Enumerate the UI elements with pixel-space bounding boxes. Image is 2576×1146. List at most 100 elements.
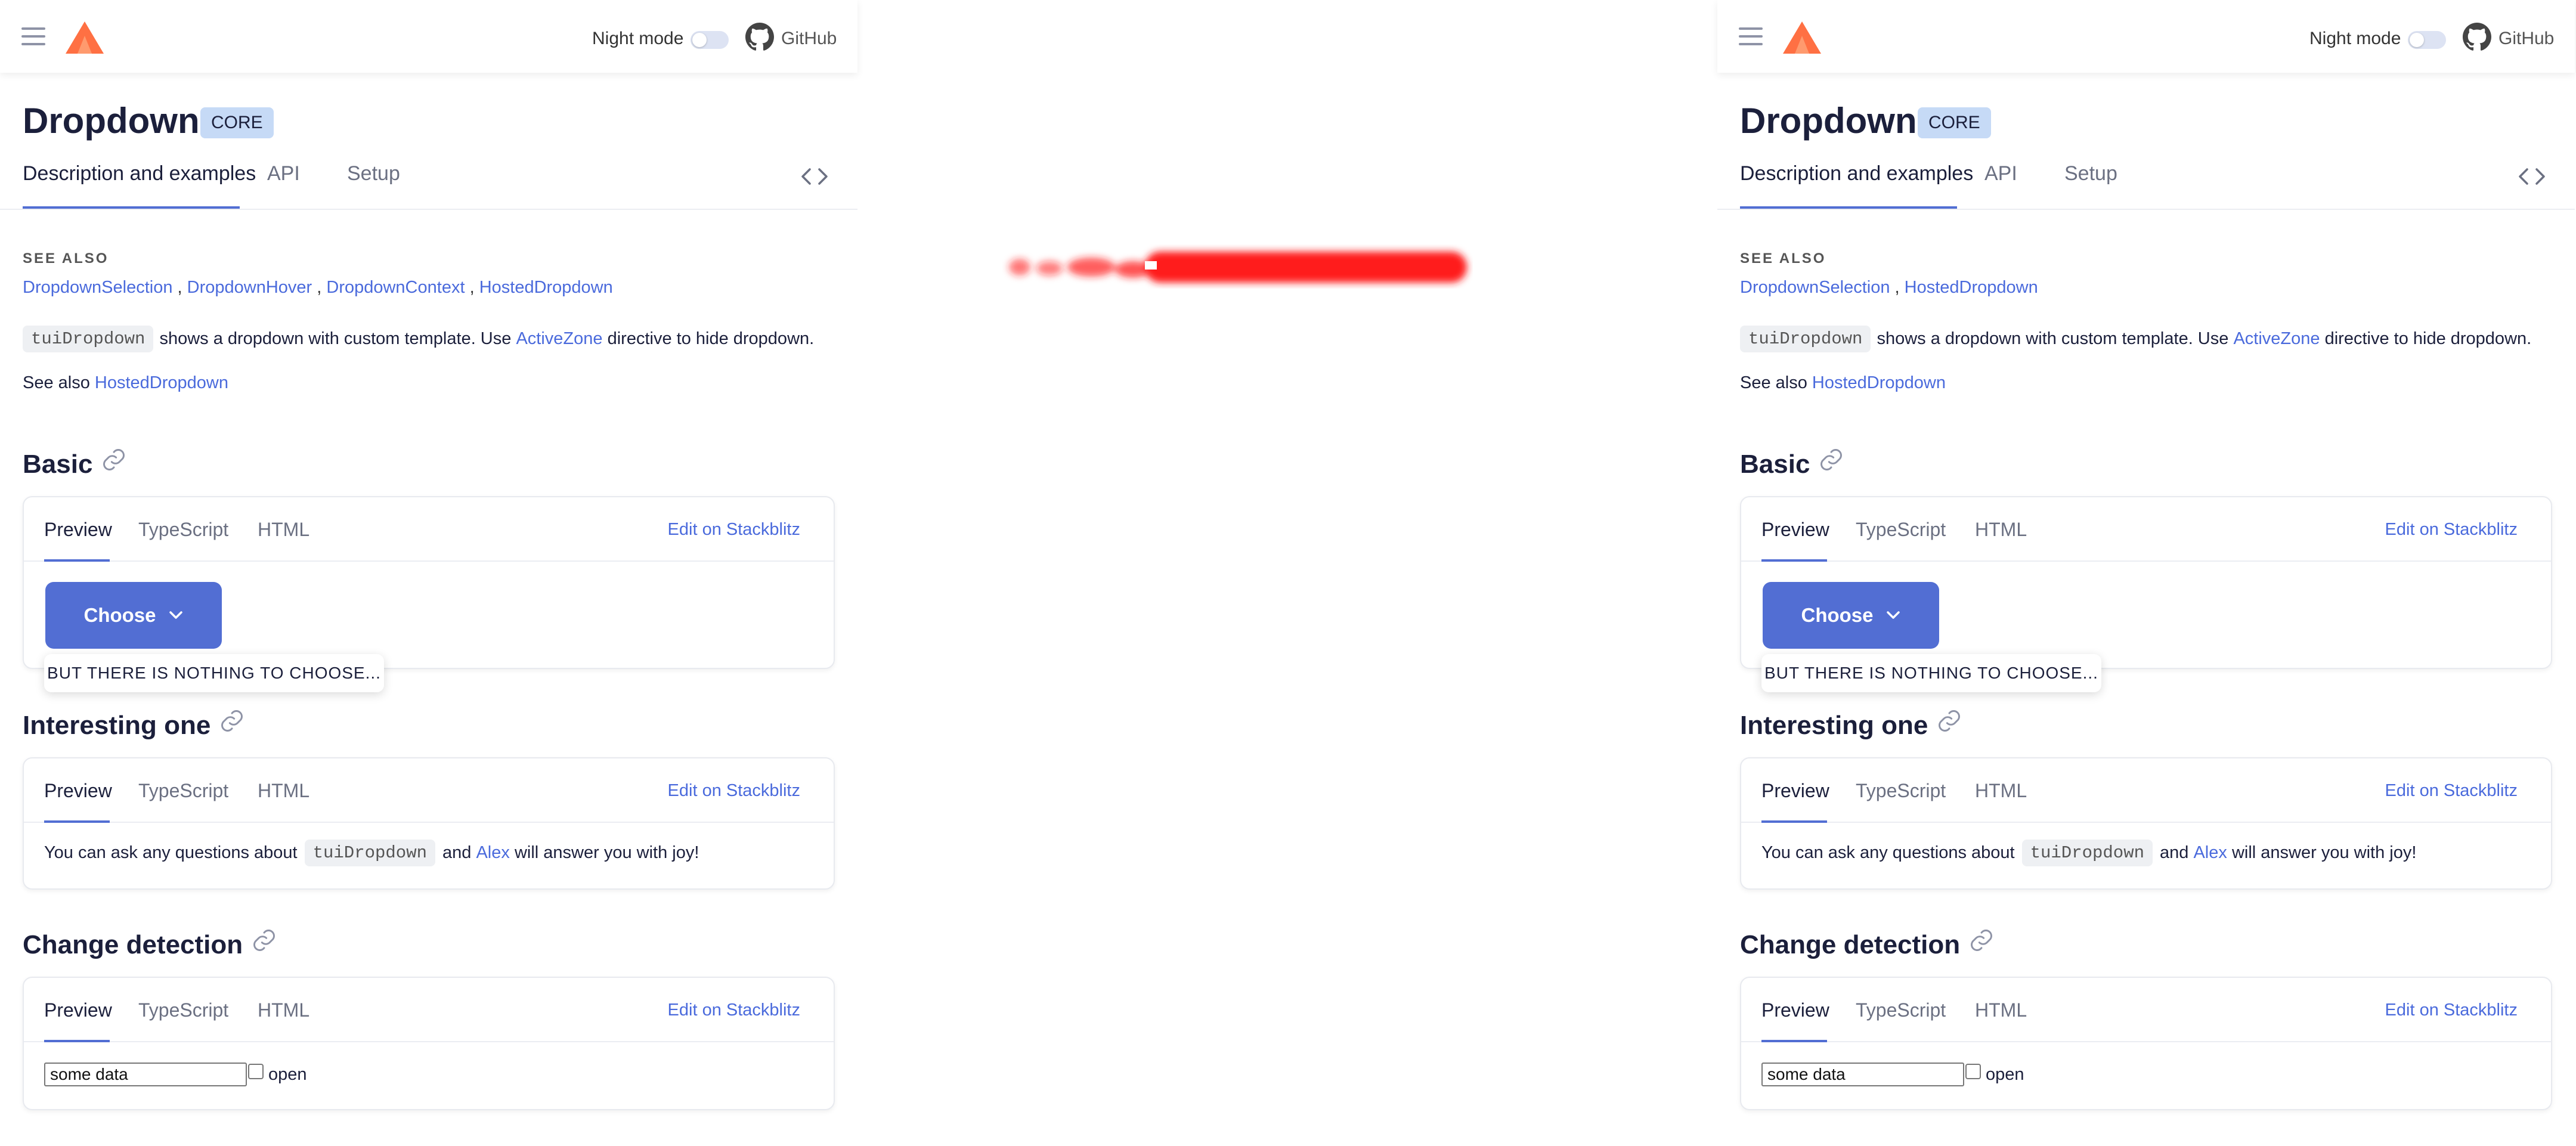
tab-preview[interactable]: Preview [1761, 519, 1829, 541]
choose-button-label: Choose [1801, 604, 1874, 626]
active-tab-indicator [44, 559, 110, 562]
data-input[interactable] [1761, 1063, 1964, 1086]
anchor-link-icon[interactable] [101, 447, 127, 473]
link-hosted-dropdown[interactable]: HostedDropdown [1905, 278, 2038, 297]
tab-description[interactable]: Description and examples [23, 162, 256, 185]
github-link[interactable]: GitHub [2498, 29, 2554, 49]
edit-on-stackblitz-link[interactable]: Edit on Stackblitz [668, 1001, 800, 1020]
anchor-link-icon[interactable] [1936, 708, 1962, 734]
github-link[interactable]: GitHub [781, 29, 837, 49]
interesting-text-end: will answer you with joy! [514, 843, 699, 862]
tab-typescript[interactable]: TypeScript [138, 780, 228, 802]
open-checkbox[interactable] [248, 1064, 264, 1079]
description-text-end: directive to hide dropdown. [2324, 329, 2532, 348]
section-heading-interesting: Interesting one [1740, 708, 1962, 741]
code-icon[interactable] [799, 165, 830, 188]
and-text: and [2160, 843, 2189, 862]
logo-icon[interactable] [66, 21, 104, 54]
interesting-text: You can ask any questions about tuiDropd… [1761, 840, 2416, 866]
night-mode-toggle[interactable] [2408, 31, 2446, 49]
section-heading-interesting: Interesting one [23, 708, 245, 741]
link-active-zone[interactable]: ActiveZone [516, 329, 602, 349]
section-title: Basic [23, 450, 93, 479]
card-tabs: Preview TypeScript HTML Edit on Stackbli… [1741, 497, 2551, 562]
github-icon[interactable] [2463, 23, 2491, 51]
tab-typescript[interactable]: TypeScript [1856, 519, 1946, 541]
see-also-prefix: See also [23, 373, 90, 392]
code-snippet: tuiDropdown [2021, 840, 2153, 866]
tab-preview[interactable]: Preview [44, 519, 112, 541]
choose-button[interactable]: Choose [1763, 582, 1939, 649]
menu-icon[interactable] [1739, 27, 1763, 45]
change-detection-controls: open [44, 1063, 307, 1086]
tab-html[interactable]: HTML [1975, 519, 2027, 541]
link-alex[interactable]: Alex [476, 843, 509, 863]
tab-typescript[interactable]: TypeScript [138, 999, 228, 1021]
link-active-zone[interactable]: ActiveZone [2233, 329, 2320, 349]
edit-on-stackblitz-link[interactable]: Edit on Stackblitz [668, 520, 800, 540]
link-hosted-dropdown-inline[interactable]: HostedDropdown [1812, 373, 1946, 392]
tab-api[interactable]: API [267, 162, 300, 185]
see-also-links: DropdownSelection , DropdownHover , Drop… [23, 278, 613, 297]
tab-setup[interactable]: Setup [347, 162, 400, 185]
section-title: Basic [1740, 450, 1810, 479]
tab-html[interactable]: HTML [258, 999, 309, 1021]
link-hosted-dropdown[interactable]: HostedDropdown [479, 278, 613, 297]
tab-description[interactable]: Description and examples [1740, 162, 1973, 185]
example-card-interesting: Preview TypeScript HTML Edit on Stackbli… [1740, 757, 2552, 890]
section-heading-change-detection: Change detection [23, 930, 277, 960]
link-dropdown-selection[interactable]: DropdownSelection [23, 278, 172, 297]
example-card-change-detection: Preview TypeScript HTML Edit on Stackbli… [23, 977, 835, 1110]
github-icon[interactable] [745, 23, 774, 51]
tab-html[interactable]: HTML [258, 780, 309, 802]
edit-on-stackblitz-link[interactable]: Edit on Stackblitz [2385, 1001, 2518, 1020]
data-input[interactable] [44, 1063, 247, 1086]
tab-setup[interactable]: Setup [2064, 162, 2117, 185]
anchor-link-icon[interactable] [1968, 927, 1995, 953]
anchor-link-icon[interactable] [219, 708, 245, 734]
choose-button[interactable]: Choose [45, 582, 222, 649]
logo-icon[interactable] [1783, 21, 1821, 54]
section-title: Change detection [23, 930, 243, 959]
active-tab-indicator [44, 820, 110, 823]
tab-typescript[interactable]: TypeScript [138, 519, 228, 541]
interesting-text-end: will answer you with joy! [2231, 843, 2417, 862]
anchor-link-icon[interactable] [251, 927, 277, 953]
night-mode-label: Night mode [2309, 29, 2401, 48]
anchor-link-icon[interactable] [1818, 447, 1844, 473]
card-tabs: Preview TypeScript HTML Edit on Stackbli… [24, 758, 834, 823]
edit-on-stackblitz-link[interactable]: Edit on Stackblitz [668, 781, 800, 801]
tab-preview[interactable]: Preview [44, 999, 112, 1021]
card-tabs: Preview TypeScript HTML Edit on Stackbli… [24, 497, 834, 562]
description-text: shows a dropdown with custom template. U… [1877, 329, 2229, 348]
example-card-basic: Preview TypeScript HTML Edit on Stackbli… [1740, 496, 2552, 669]
link-dropdown-context[interactable]: DropdownContext [326, 278, 465, 297]
link-alex[interactable]: Alex [2193, 843, 2227, 863]
tab-html[interactable]: HTML [1975, 780, 2027, 802]
see-also-links: DropdownSelection , HostedDropdown [1740, 278, 2038, 297]
edit-on-stackblitz-link[interactable]: Edit on Stackblitz [2385, 781, 2518, 801]
tab-preview[interactable]: Preview [1761, 780, 1829, 802]
choose-button-label: Choose [83, 604, 156, 626]
link-dropdown-hover[interactable]: DropdownHover [187, 278, 312, 297]
link-dropdown-selection[interactable]: DropdownSelection [1740, 278, 1890, 297]
tab-html[interactable]: HTML [258, 519, 309, 541]
code-icon[interactable] [2516, 165, 2547, 188]
menu-icon[interactable] [21, 27, 45, 45]
tab-typescript[interactable]: TypeScript [1856, 999, 1946, 1021]
chevron-down-icon [1886, 611, 1900, 619]
interesting-text-start: You can ask any questions about [1761, 843, 2015, 862]
tab-preview[interactable]: Preview [1761, 999, 1829, 1021]
open-checkbox[interactable] [1965, 1064, 1981, 1079]
tab-html[interactable]: HTML [1975, 999, 2027, 1021]
link-hosted-dropdown-inline[interactable]: HostedDropdown [95, 373, 228, 392]
left-panel: Night mode GitHub Dropdown CORE Descript… [0, 0, 857, 1146]
tab-preview[interactable]: Preview [44, 780, 112, 802]
edit-on-stackblitz-link[interactable]: Edit on Stackblitz [2385, 520, 2518, 540]
night-mode-toggle[interactable] [691, 31, 729, 49]
see-also-prefix: See also [1740, 373, 1807, 392]
tab-api[interactable]: API [1984, 162, 2017, 185]
tab-typescript[interactable]: TypeScript [1856, 780, 1946, 802]
section-title: Change detection [1740, 930, 1961, 959]
core-badge: CORE [200, 107, 274, 138]
